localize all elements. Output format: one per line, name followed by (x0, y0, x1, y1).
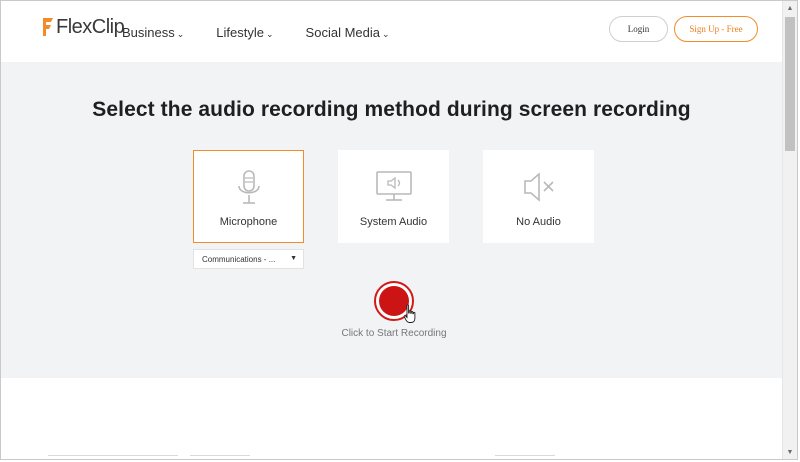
microphone-device-value: Communications - ... (202, 254, 276, 264)
audio-option-label: System Audio (359, 216, 428, 228)
recording-setup-panel: Select the audio recording method during… (1, 62, 782, 378)
scroll-down-arrow-icon[interactable]: ▼ (783, 445, 797, 459)
audio-option-label: No Audio (516, 216, 561, 228)
audio-option-microphone[interactable]: Microphone (193, 150, 304, 243)
microphone-icon (237, 170, 260, 204)
flexclip-logo-mark-icon (43, 18, 53, 36)
nav-item-label: Social Media (305, 25, 380, 40)
logo-text: FlexClip (56, 15, 125, 38)
start-recording-hint: Click to Start Recording (341, 328, 447, 339)
page-title: Select the audio recording method during… (92, 98, 691, 121)
scroll-up-arrow-icon[interactable]: ▲ (783, 1, 797, 15)
top-navbar: FlexClip Business ⌄ Lifestyle ⌄ Social M… (1, 1, 782, 61)
hand-pointer-cursor-icon (403, 304, 416, 323)
nav-item-social-media[interactable]: Social Media ⌄ (306, 25, 390, 40)
audio-option-system-audio[interactable]: System Audio (338, 150, 449, 243)
scrollbar-thumb[interactable] (785, 17, 795, 151)
microphone-device-select[interactable]: Communications - ... ▼ (193, 249, 304, 269)
speaker-muted-icon (523, 172, 554, 202)
footer-divider (40, 455, 740, 457)
chevron-down-icon: ⌄ (176, 28, 185, 39)
nav-item-lifestyle[interactable]: Lifestyle ⌄ (216, 25, 273, 40)
vertical-scrollbar[interactable]: ▲ ▼ (782, 1, 797, 459)
signup-button[interactable]: Sign Up - Free (674, 16, 758, 42)
main-nav: Business ⌄ Lifestyle ⌄ Social Media ⌄ (122, 25, 422, 40)
flexclip-logo[interactable]: FlexClip (41, 15, 125, 39)
nav-item-label: Business (122, 25, 175, 40)
chevron-down-icon: ⌄ (266, 28, 274, 39)
login-button[interactable]: Login (609, 16, 668, 42)
chevron-down-icon: ⌄ (381, 28, 390, 39)
caret-down-icon: ▼ (290, 255, 297, 262)
nav-item-business[interactable]: Business ⌄ (122, 25, 184, 40)
monitor-speaker-icon (375, 171, 412, 201)
nav-item-label: Lifestyle (216, 25, 264, 40)
audio-option-label: Microphone (219, 216, 278, 228)
audio-option-no-audio[interactable]: No Audio (483, 150, 594, 243)
